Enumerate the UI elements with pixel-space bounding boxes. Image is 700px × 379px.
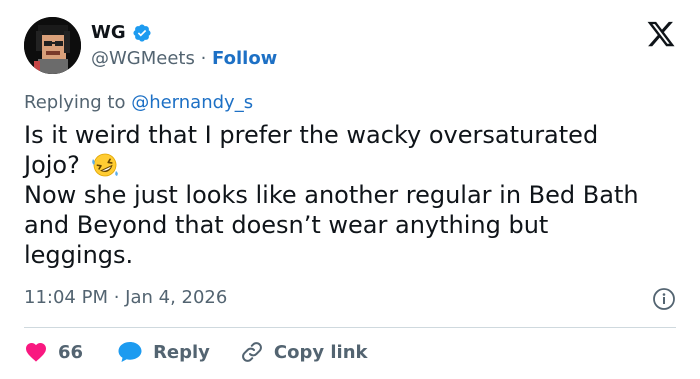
x-logo-icon[interactable] xyxy=(646,19,676,49)
tweet-line: leggings. xyxy=(24,241,134,269)
tweet-line: Now she just looks like another regular … xyxy=(24,181,639,209)
like-count: 66 xyxy=(58,341,84,363)
author-name-row: WG xyxy=(91,22,152,43)
handle-row: @WGMeets · Follow xyxy=(91,48,277,69)
avatar-image xyxy=(24,17,81,74)
tweet-line: Is it weird that I prefer the wacky over… xyxy=(24,121,599,149)
link-icon xyxy=(242,342,262,362)
tweet-line: Jojo? xyxy=(24,151,80,179)
tweet-line-with-emoji: Jojo? xyxy=(24,150,664,180)
replying-to-mention[interactable]: @hernandy_s xyxy=(131,92,253,113)
tweet-text: Is it weird that I prefer the wacky over… xyxy=(24,120,664,270)
reply-button[interactable]: Reply xyxy=(117,340,210,364)
copy-link-label: Copy link xyxy=(273,341,368,363)
action-bar: 66 Reply Copy link xyxy=(24,337,368,367)
timestamp[interactable]: 11:04 PM · Jan 4, 2026 xyxy=(24,287,227,308)
tweet-line: and Beyond that doesn’t wear anything bu… xyxy=(24,211,549,239)
info-icon[interactable] xyxy=(652,287,676,311)
divider xyxy=(24,327,676,328)
replying-to: Replying to @hernandy_s xyxy=(24,92,253,113)
like-button[interactable]: 66 xyxy=(24,340,83,364)
speech-bubble-icon xyxy=(118,342,142,362)
heart-icon xyxy=(26,343,46,362)
verified-badge-icon xyxy=(132,23,152,43)
copy-link-button[interactable]: Copy link xyxy=(240,340,368,364)
handle[interactable]: @WGMeets xyxy=(91,48,195,69)
rolling-on-floor-laughing-emoji xyxy=(90,151,120,179)
display-name[interactable]: WG xyxy=(91,22,126,43)
avatar[interactable] xyxy=(24,17,81,74)
reply-label: Reply xyxy=(153,341,210,363)
handle-separator: · xyxy=(194,48,213,69)
replying-to-prefix: Replying to xyxy=(24,92,132,113)
follow-button[interactable]: Follow xyxy=(212,48,277,69)
